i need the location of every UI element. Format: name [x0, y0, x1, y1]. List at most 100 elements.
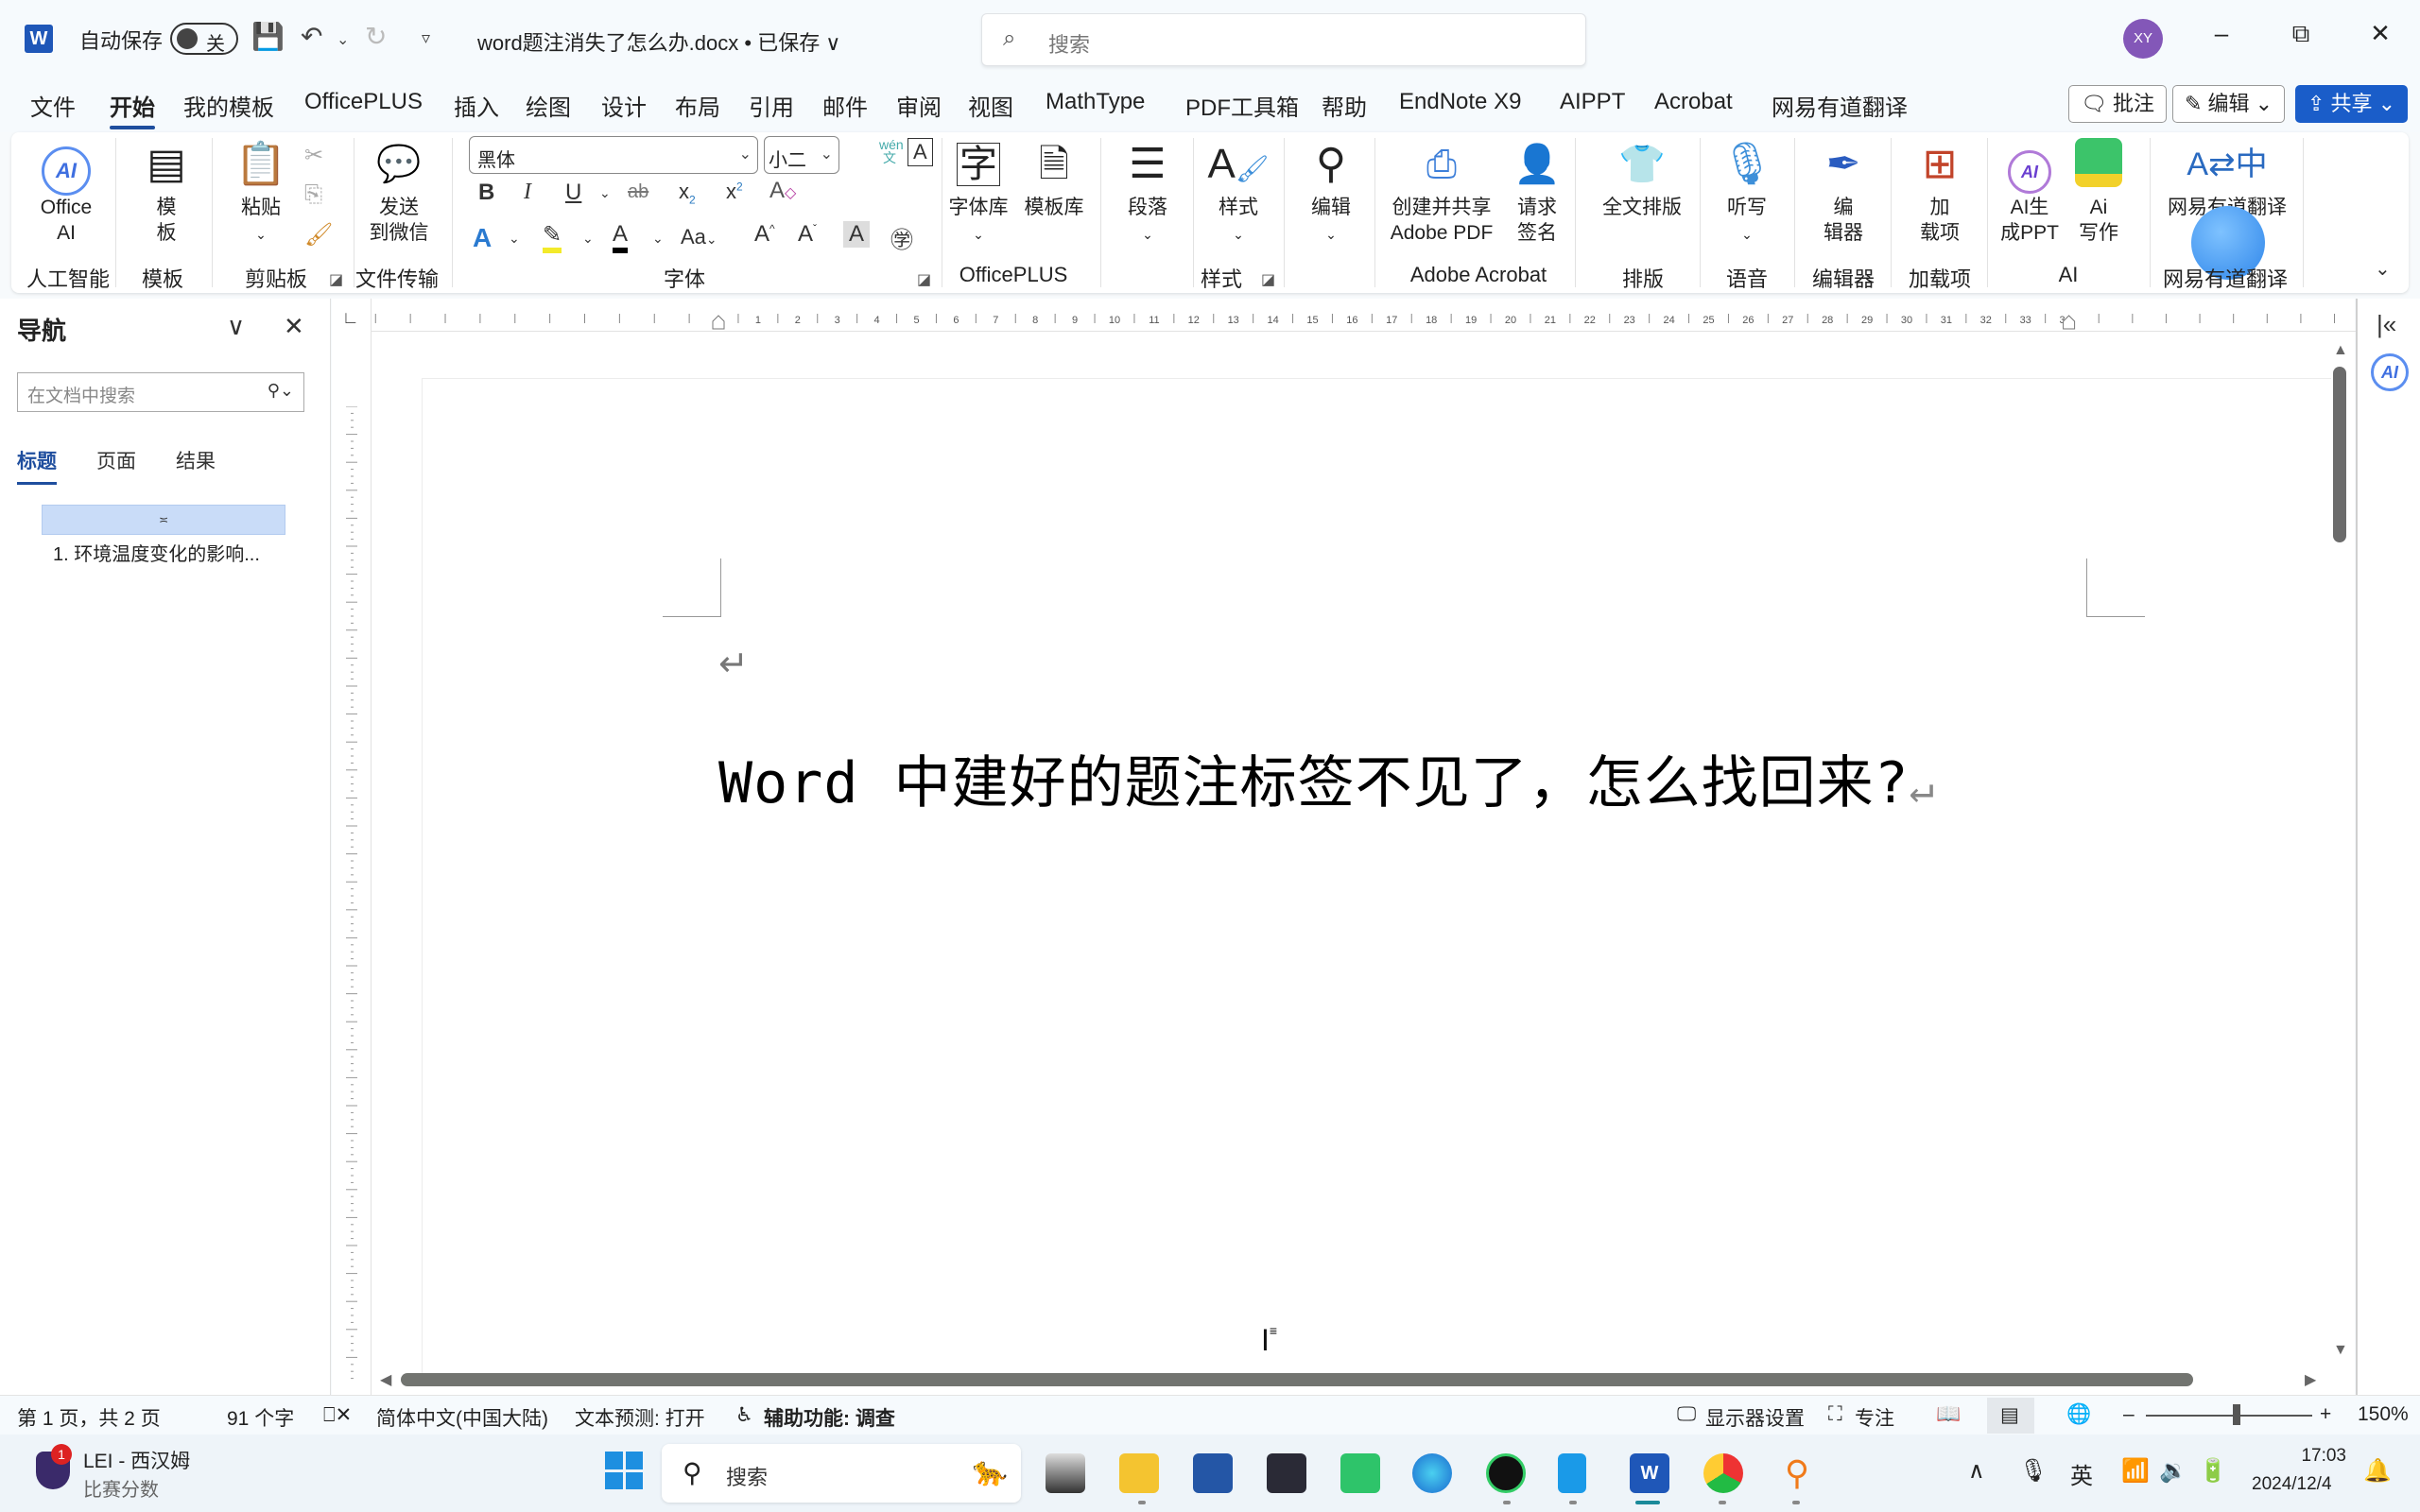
clock-time[interactable]: 17:03: [2280, 1446, 2346, 1467]
character-border-icon[interactable]: A: [908, 138, 933, 166]
tab-insert[interactable]: 插入: [454, 89, 499, 122]
character-shading-icon[interactable]: A: [843, 221, 871, 248]
dialog-launcher-icon[interactable]: ◪: [329, 270, 343, 289]
paragraph-button[interactable]: ☰ 段落 ⌄: [1115, 138, 1180, 248]
document-page[interactable]: [422, 378, 2331, 1380]
user-avatar[interactable]: XY: [2123, 19, 2163, 59]
template-button[interactable]: ▤ 模 板: [136, 138, 197, 246]
search-icon[interactable]: ⚲⌄: [268, 381, 294, 401]
strikethrough-icon[interactable]: ab: [628, 181, 648, 203]
full-layout-button[interactable]: 👕 全文排版: [1601, 138, 1683, 220]
collapse-ribbon-icon[interactable]: ⌄: [2375, 257, 2391, 281]
text-prediction-status[interactable]: 文本预测: 打开: [575, 1403, 705, 1432]
zoom-out-button[interactable]: –: [2123, 1403, 2135, 1426]
template-library-button[interactable]: 🗎 模板库: [1019, 138, 1089, 220]
tab-review[interactable]: 审阅: [896, 89, 942, 122]
widget-title[interactable]: LEI - 西汉姆: [83, 1446, 190, 1474]
copy-icon[interactable]: ⎘: [304, 181, 322, 208]
chevron-down-icon[interactable]: ⌄: [599, 185, 611, 201]
scroll-down-arrow[interactable]: ▼: [2333, 1342, 2348, 1359]
nav-close-icon[interactable]: ✕: [284, 312, 304, 341]
page-count[interactable]: 第 1 页，共 2 页: [17, 1403, 161, 1432]
create-share-pdf-button[interactable]: ⎙ 创建并共享 Adobe PDF: [1382, 138, 1501, 246]
tab-aippt[interactable]: AIPPT: [1560, 89, 1625, 115]
editing-button[interactable]: ⚲ 编辑 ⌄: [1299, 138, 1363, 248]
tab-officeplus[interactable]: OfficePLUS: [304, 89, 423, 115]
nav-search-input[interactable]: 在文档中搜索 ⚲⌄: [17, 372, 304, 412]
taskbar-app-feishu[interactable]: [1558, 1453, 1586, 1493]
italic-icon[interactable]: I: [524, 180, 531, 205]
first-line-indent-marker[interactable]: [712, 315, 725, 330]
accessibility-status[interactable]: 辅助功能: 调查: [764, 1403, 895, 1432]
vertical-scrollbar-thumb[interactable]: [2333, 367, 2346, 542]
editor-button[interactable]: ✒ 编 辑器: [1817, 138, 1870, 246]
restore-button[interactable]: ⧉: [2282, 19, 2320, 49]
taskbar-app-chrome[interactable]: [1703, 1453, 1743, 1493]
vertical-ruler[interactable]: [344, 406, 363, 1389]
chevron-down-icon[interactable]: ⌄: [582, 231, 594, 247]
zoom-slider-track[interactable]: [2146, 1415, 2312, 1417]
horizontal-ruler[interactable]: 1 2 3 4 5 6 7 8 9 10 11 12 13 14 15 16 17 18 19 20 21 22 23 24 2…: [371, 306, 2356, 331]
undo-dropdown-icon[interactable]: ⌄: [337, 30, 349, 49]
tab-endnote[interactable]: EndNote X9: [1399, 89, 1521, 115]
wifi-icon[interactable]: 📶: [2121, 1457, 2150, 1485]
title-search-box[interactable]: ⌕ 搜索: [981, 13, 1586, 66]
tab-my-templates[interactable]: 我的模板: [183, 89, 274, 122]
taskbar-search[interactable]: ⚲ 搜索 🐆: [662, 1444, 1021, 1503]
dictate-button[interactable]: 🎙 听写 ⌄: [1720, 138, 1773, 248]
text-effects-icon[interactable]: A: [473, 223, 492, 253]
send-wechat-button[interactable]: 💬 发送 到微信: [361, 138, 437, 246]
document-heading[interactable]: Word 中建好的题注标签不见了，怎么找回来?↵: [718, 737, 1935, 819]
addins-button[interactable]: ⊞ 加 载项: [1913, 138, 1966, 246]
taskbar-app-task-view[interactable]: [1046, 1453, 1085, 1493]
scroll-up-arrow[interactable]: ▲: [2333, 342, 2348, 359]
nav-options-icon[interactable]: ∨: [227, 312, 245, 341]
notification-bell-icon[interactable]: 🔔: [2363, 1457, 2392, 1485]
subscript-icon[interactable]: x2: [679, 180, 696, 206]
phonetic-guide-icon[interactable]: wén 文: [879, 138, 904, 164]
font-color-icon[interactable]: A: [613, 221, 629, 253]
word-count[interactable]: 91 个字: [227, 1403, 294, 1432]
taskbar-app-store[interactable]: [1193, 1453, 1233, 1493]
tray-overflow-icon[interactable]: ∧: [1968, 1457, 1985, 1485]
tab-mailings[interactable]: 邮件: [822, 89, 868, 122]
volume-icon[interactable]: 🔉: [2159, 1457, 2187, 1485]
ime-indicator[interactable]: 英: [2070, 1457, 2093, 1490]
tab-file[interactable]: 文件: [30, 89, 76, 122]
autosave-toggle[interactable]: 关: [170, 23, 238, 55]
chevron-down-icon[interactable]: ⌄: [509, 231, 520, 247]
tab-pdf-toolbox[interactable]: PDF工具箱: [1185, 89, 1299, 122]
horizontal-scrollbar-thumb[interactable]: [401, 1373, 2193, 1386]
font-library-button[interactable]: 字 字体库 ⌄: [943, 138, 1013, 248]
document-title[interactable]: word题注消失了怎么办.docx • 已保存 ∨: [477, 26, 840, 57]
customize-toolbar-icon[interactable]: ▿: [422, 28, 430, 48]
chevron-down-icon[interactable]: ⌄: [652, 231, 664, 247]
comments-button[interactable]: 🗨 批注: [2068, 85, 2168, 123]
format-painter-icon[interactable]: 🖌: [304, 221, 333, 249]
minimize-button[interactable]: –: [2203, 19, 2240, 48]
taskbar-app-word[interactable]: W: [1630, 1453, 1669, 1493]
paste-button[interactable]: 📋 粘贴 ⌄: [225, 138, 297, 248]
share-button[interactable]: ⇪ 共享 ⌄: [2295, 85, 2409, 123]
office-ai-side-icon[interactable]: AI: [2371, 353, 2409, 391]
taskbar-app-green[interactable]: [1340, 1453, 1380, 1493]
zoom-in-button[interactable]: +: [2320, 1403, 2331, 1426]
nav-tab-results[interactable]: 结果: [176, 446, 216, 474]
scroll-left-arrow[interactable]: ◀: [380, 1370, 391, 1389]
microphone-icon[interactable]: 🎙: [2019, 1457, 2048, 1485]
tab-layout[interactable]: 布局: [675, 89, 720, 122]
ai-write-button[interactable]: Ai 写作: [2068, 138, 2129, 246]
ai-ppt-button[interactable]: AI AI生 成PPT: [1996, 138, 2063, 246]
nav-tab-pages[interactable]: 页面: [96, 446, 136, 474]
tab-view[interactable]: 视图: [968, 89, 1013, 122]
taskbar-app-file-explorer[interactable]: [1119, 1453, 1159, 1493]
clear-formatting-icon[interactable]: A◇: [769, 178, 796, 204]
tab-selector-icon[interactable]: ∟: [342, 308, 359, 328]
read-mode-icon[interactable]: 📖: [1936, 1403, 1961, 1426]
office-ai-button[interactable]: AI Office AI: [28, 138, 104, 246]
enclose-characters-icon[interactable]: ㊫: [890, 221, 913, 254]
editing-mode-button[interactable]: ✎ 编辑 ⌄: [2172, 85, 2286, 123]
zoom-slider-thumb[interactable]: [2233, 1404, 2240, 1425]
font-name-select[interactable]: 黑体 ⌄: [469, 136, 758, 174]
tab-mathtype[interactable]: MathType: [1046, 89, 1145, 115]
